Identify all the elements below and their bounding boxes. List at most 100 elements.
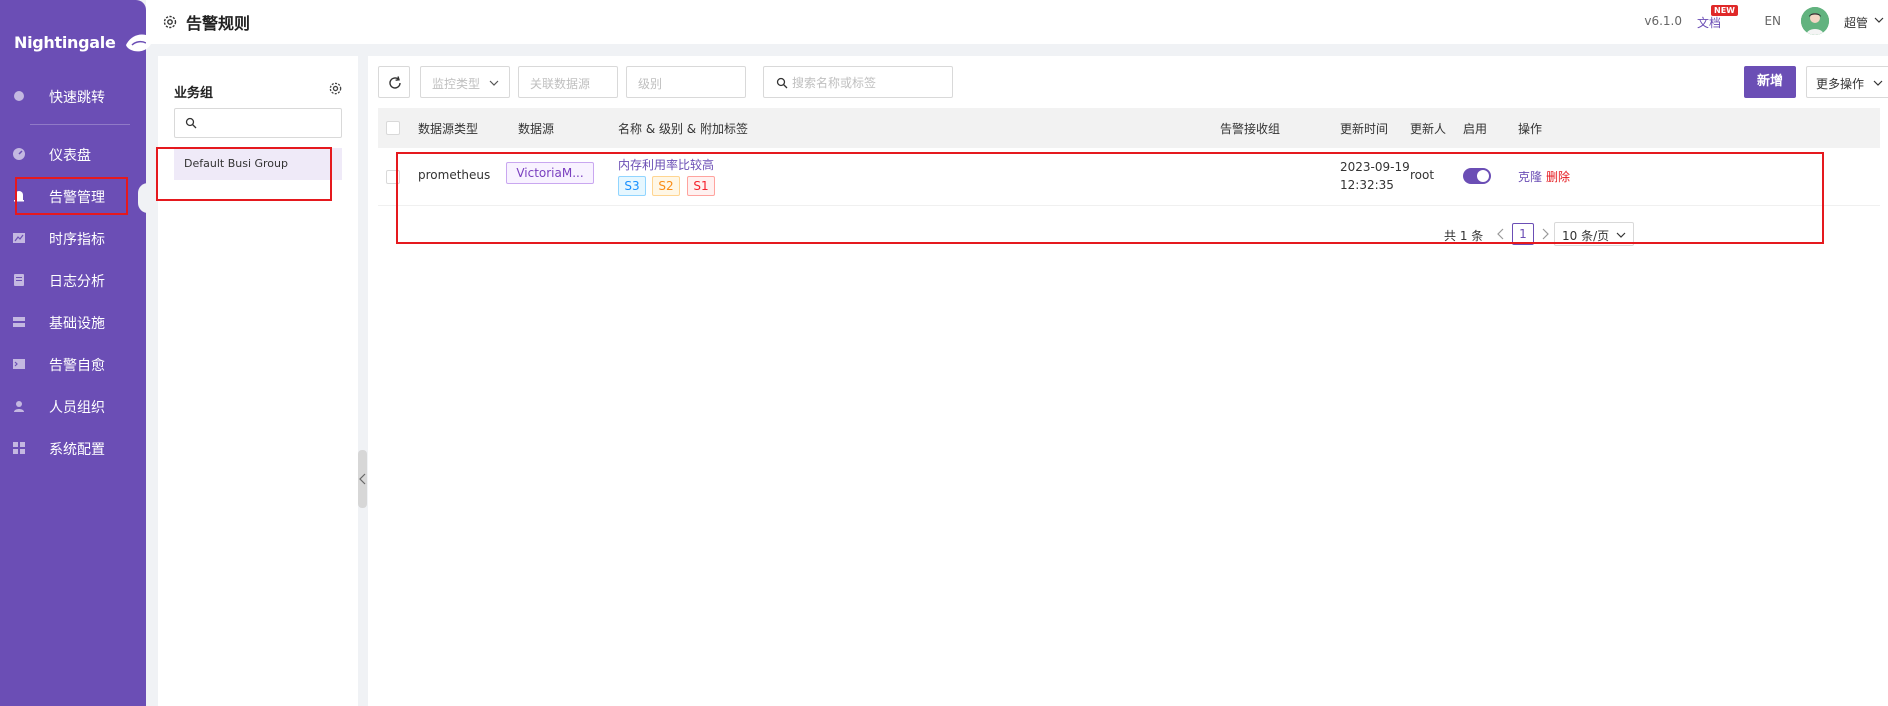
version-label: v6.1.0 [1644, 14, 1682, 28]
rule-search-input[interactable] [792, 73, 942, 93]
circle-icon [14, 91, 24, 101]
document-icon [14, 274, 24, 286]
level-select[interactable]: 级别 [626, 66, 746, 98]
severity-tag-s3: S3 [618, 176, 646, 196]
toolbar: 监控类型 关联数据源 级别 新增 更多操作 [378, 66, 1888, 98]
level-placeholder: 级别 [638, 77, 663, 91]
business-group-search[interactable] [174, 108, 342, 138]
sidebar-item-alerting[interactable]: 告警管理 [0, 180, 146, 212]
row-datasource-tag: VictoriaM... [506, 162, 594, 184]
select-all-checkbox[interactable] [386, 121, 400, 135]
chevron-right-icon[interactable] [1540, 228, 1550, 240]
user-name[interactable]: 超管 [1844, 14, 1868, 31]
sidebar-item-users[interactable]: 人员组织 [0, 390, 146, 422]
chevron-left-icon [359, 473, 366, 485]
rule-search [763, 66, 953, 98]
sidebar-item-label: 快速跳转 [49, 90, 105, 106]
sidebar-item-self-heal[interactable]: 告警自愈 [0, 348, 146, 380]
business-group-panel: 业务组 Default Busi Group [158, 56, 358, 706]
page-size-label: 10 条/页 [1562, 229, 1610, 243]
clone-link[interactable]: 克隆 [1518, 168, 1542, 185]
active-indicator [138, 183, 148, 213]
col-datasource: 数据源 [518, 122, 555, 136]
header-actions: v6.1.0 文档 NEW EN 超管 [1588, 0, 1888, 44]
sidebar-divider [30, 124, 130, 125]
chevron-left-icon[interactable] [1496, 228, 1506, 240]
business-group-title: 业务组 [174, 86, 214, 101]
table-header: 数据源类型 数据源 名称 & 级别 & 附加标签 告警接收组 更新时间 更新人 … [378, 108, 1880, 148]
docs-link[interactable]: 文档 [1697, 14, 1721, 31]
grid-icon [13, 442, 25, 454]
search-icon [185, 117, 197, 129]
col-name: 名称 & 级别 & 附加标签 [618, 122, 748, 136]
bell-icon [14, 191, 24, 202]
more-actions-label: 更多操作 [1816, 77, 1865, 91]
gauge-icon [13, 148, 25, 160]
server-icon [13, 317, 25, 327]
language-switch[interactable]: EN [1764, 14, 1781, 28]
col-updater: 更新人 [1410, 122, 1447, 136]
datasource-placeholder: 关联数据源 [530, 77, 591, 91]
more-actions-button[interactable]: 更多操作 [1806, 66, 1888, 98]
sidebar-item-metrics[interactable]: 时序指标 [0, 222, 146, 254]
sidebar-item-dashboard[interactable]: 仪表盘 [0, 138, 146, 170]
row-ds-type: prometheus [418, 168, 491, 182]
brand-logo[interactable]: Nightingale [14, 22, 158, 62]
toggle-knob [1477, 170, 1489, 182]
row-checkbox[interactable] [386, 170, 400, 184]
alert-rules-panel: 监控类型 关联数据源 级别 新增 更多操作 数据源类型 数据源 名称 & 级别 … [368, 56, 1888, 706]
brand-name: Nightingale [14, 32, 116, 52]
monitor-type-placeholder: 监控类型 [432, 77, 481, 91]
new-badge: NEW [1711, 5, 1738, 16]
avatar[interactable] [1801, 7, 1829, 35]
sidebar-item-label: 告警自愈 [49, 358, 105, 374]
chevron-down-icon [1616, 232, 1626, 238]
monitor-type-select[interactable]: 监控类型 [420, 66, 510, 98]
business-group-item[interactable]: Default Busi Group [174, 148, 342, 180]
row-update-clock: 12:32:35 [1340, 178, 1394, 192]
sidebar-item-label: 系统配置 [49, 442, 105, 458]
gear-icon [163, 15, 177, 29]
add-rule-button[interactable]: 新增 [1744, 66, 1796, 98]
sidebar-item-settings[interactable]: 系统配置 [0, 432, 146, 464]
terminal-icon [13, 359, 25, 369]
sidebar-item-quick-jump[interactable]: 快速跳转 [0, 80, 146, 112]
delete-link[interactable]: 删除 [1546, 168, 1570, 185]
page-size-select[interactable]: 10 条/页 [1554, 222, 1634, 246]
sidebar: Nightingale 快速跳转 仪表盘 告警管理 时序指标 日志分析 基础设施… [0, 0, 156, 706]
col-actions: 操作 [1518, 122, 1543, 136]
gear-icon[interactable] [328, 81, 343, 96]
sidebar-item-label: 人员组织 [49, 400, 105, 416]
sidebar-item-label: 告警管理 [49, 190, 105, 206]
collapse-handle[interactable] [358, 450, 367, 508]
row-updater: root [1410, 168, 1435, 182]
refresh-button[interactable] [378, 66, 410, 98]
sidebar-item-label: 时序指标 [49, 232, 105, 248]
avatar-icon [1801, 7, 1829, 35]
line-chart-icon [13, 233, 25, 243]
sidebar-item-label: 仪表盘 [49, 148, 91, 164]
user-icon [14, 401, 24, 412]
severity-tag-s2: S2 [652, 176, 680, 196]
severity-tag-s1: S1 [687, 176, 715, 196]
page-title-area: 告警规则 [162, 10, 250, 34]
enabled-toggle[interactable] [1463, 168, 1491, 184]
pagination-page-1[interactable]: 1 [1512, 223, 1534, 245]
pagination-total: 共 1 条 [1444, 229, 1484, 243]
chevron-down-icon [1873, 80, 1883, 86]
sidebar-item-label: 基础设施 [49, 316, 105, 332]
col-notify-groups: 告警接收组 [1220, 122, 1281, 136]
business-group-item-label: Default Busi Group [184, 157, 288, 170]
col-ds-type: 数据源类型 [418, 122, 479, 136]
top-header: 告警规则 v6.1.0 文档 NEW EN 超管 [146, 0, 1888, 44]
chevron-down-icon[interactable] [1874, 15, 1884, 25]
row-update-date: 2023-09-19 [1340, 160, 1410, 174]
datasource-select[interactable]: 关联数据源 [518, 66, 618, 98]
table-row: prometheus VictoriaM... 内存利用率比较高 S3 S2 S… [378, 148, 1880, 206]
col-update-time: 更新时间 [1340, 122, 1389, 136]
pagination: 共 1 条 1 10 条/页 [378, 222, 1880, 246]
sidebar-item-infra[interactable]: 基础设施 [0, 306, 146, 338]
col-enabled: 启用 [1463, 122, 1488, 136]
row-rule-name-link[interactable]: 内存利用率比较高 [618, 156, 714, 173]
sidebar-item-logs[interactable]: 日志分析 [0, 264, 146, 296]
